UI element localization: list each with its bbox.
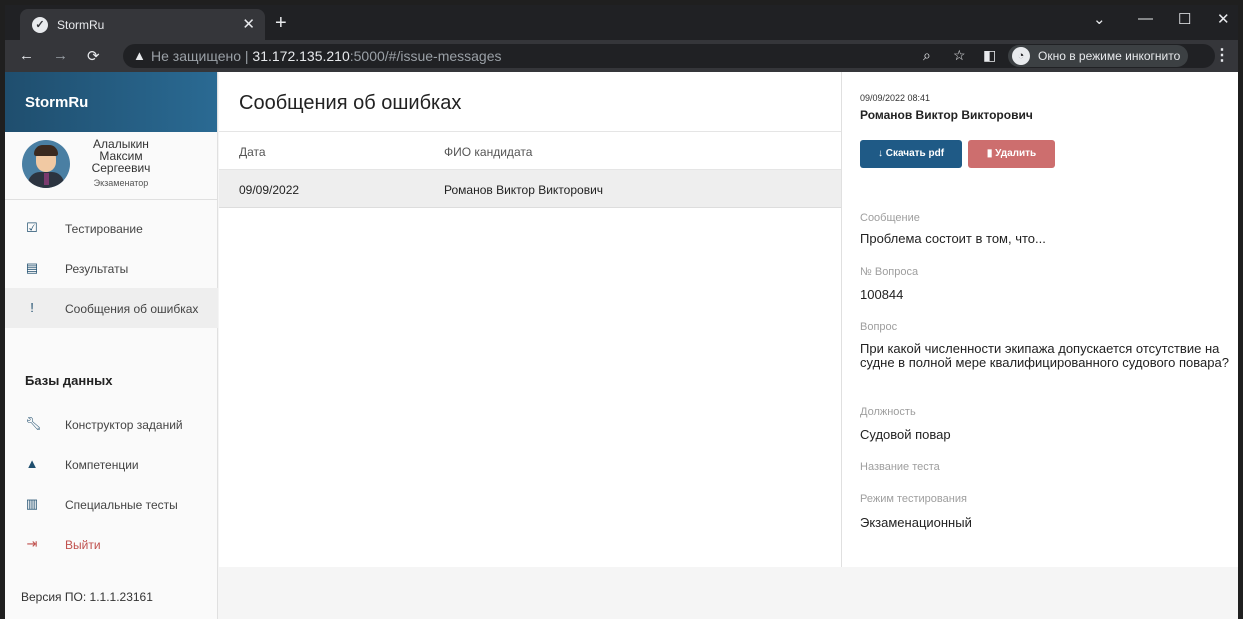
question-label: Вопрос	[860, 321, 898, 333]
new-tab-icon[interactable]: +	[275, 12, 287, 35]
sidebar-item-issue-messages[interactable]: ! Сообщения об ошибках	[5, 288, 218, 328]
position-label: Должность	[860, 406, 916, 418]
avatar-tie	[44, 173, 49, 185]
download-pdf-button[interactable]: ↓ Скачать pdf	[860, 140, 962, 168]
table-row[interactable]: 09/09/2022 Романов Виктор Викторович	[219, 170, 841, 208]
sidebar-item-label: Специальные тесты	[65, 498, 178, 512]
app-root: StormRu Алалыкин Максим Сергеевич Экзаме…	[5, 72, 1238, 619]
position-value: Судовой повар	[860, 427, 951, 442]
cell-date: 09/09/2022	[239, 183, 300, 197]
user-name: Алалыкин Максим Сергеевич	[77, 138, 165, 174]
user-card: Алалыкин Максим Сергеевич Экзаменатор	[5, 132, 217, 200]
side-panel-icon[interactable]: ◧	[983, 47, 996, 64]
table-header: Дата ФИО кандидата	[219, 132, 841, 170]
user-name-line3: Сергеевич	[91, 161, 151, 175]
incognito-badge[interactable]: ◔ Окно в режиме инкогнито	[1008, 45, 1189, 67]
sidebar-item-label: Результаты	[65, 262, 129, 276]
sidebar-item-label: Компетенции	[65, 458, 139, 472]
menu-kebab-icon[interactable]: ⋮	[1214, 45, 1230, 65]
check-box-icon: ☑	[26, 220, 38, 235]
bookmark-star-icon[interactable]: ☆	[953, 47, 966, 64]
forward-icon[interactable]: →	[53, 47, 68, 64]
chevron-down-icon[interactable]: ⌄	[1093, 10, 1106, 28]
sidebar-item-label: Конструктор заданий	[65, 418, 183, 432]
cell-candidate-name: Романов Виктор Викторович	[444, 183, 604, 197]
incognito-label: Окно в режиме инкогнито	[1038, 49, 1181, 63]
table-icon: ▥	[25, 496, 39, 511]
sidebar-item-special-tests[interactable]: ▥ Специальные тесты	[5, 484, 218, 524]
address-bar: ← → ⟳ ▲ Не защищено | 31.172.135.210:500…	[5, 40, 1238, 72]
back-icon[interactable]: ←	[19, 47, 34, 64]
test-mode-label: Режим тестирования	[860, 493, 967, 505]
detail-datetime: 09/09/2022 08:41	[860, 93, 931, 103]
incognito-icon: ◔	[1012, 47, 1030, 65]
feedback-icon: !	[30, 300, 34, 315]
sidebar: StormRu Алалыкин Максим Сергеевич Экзаме…	[5, 72, 218, 619]
delete-label: Удалить	[995, 148, 1037, 159]
test-name-label: Название теста	[860, 461, 940, 473]
download-arrow-icon: ↓	[877, 148, 883, 159]
wrench-icon: 🔧︎	[25, 416, 42, 431]
favicon-check-icon: ✓	[32, 17, 48, 33]
warning-triangle-icon: ▲	[133, 48, 146, 63]
avatar	[22, 140, 70, 188]
question-number-label: № Вопроса	[860, 266, 919, 278]
sidebar-item-testing[interactable]: ☑ Тестирование	[5, 208, 218, 248]
url-host: 31.172.135.210	[252, 48, 350, 64]
detail-candidate-name: Романов Виктор Викторович	[860, 108, 1033, 122]
url-field[interactable]: ▲ Не защищено | 31.172.135.210:5000/#/is…	[123, 44, 1215, 68]
column-candidate-name[interactable]: ФИО кандидата	[444, 145, 532, 159]
sidebar-item-results[interactable]: ▤ Результаты	[5, 248, 218, 288]
zoom-icon[interactable]: ⌕	[923, 47, 931, 64]
maximize-icon[interactable]: ☐	[1178, 10, 1191, 28]
logout-label: Выйти	[65, 538, 101, 552]
sidebar-item-label: Сообщения об ошибках	[65, 302, 199, 316]
section-title-databases: Базы данных	[25, 373, 113, 388]
avatar-hair	[34, 145, 58, 156]
column-date[interactable]: Дата	[239, 145, 266, 159]
browser-tab[interactable]: ✓ StormRu ✕	[20, 9, 265, 40]
question-value: При какой численности экипажа допускаетс…	[860, 341, 1229, 370]
sidebar-item-task-builder[interactable]: 🔧︎ Конструктор заданий	[5, 404, 218, 444]
graduation-cap-icon: ▲	[25, 456, 39, 471]
version-text: Версия ПО: 1.1.1.23161	[21, 590, 153, 604]
db-menu: 🔧︎ Конструктор заданий ▲ Компетенции ▥ С…	[5, 404, 218, 564]
sidebar-item-label: Тестирование	[65, 222, 143, 236]
user-role: Экзаменатор	[93, 178, 149, 188]
nav-menu: ☑ Тестирование ▤ Результаты ! Сообщения …	[5, 208, 218, 328]
delete-button[interactable]: ▮ Удалить	[968, 140, 1055, 168]
reload-icon[interactable]: ⟳	[87, 47, 100, 65]
logout-icon: ⇥	[26, 536, 38, 551]
browser-window: ✓ StormRu ✕ + ⌄ — ☐ ✕ ← → ⟳ ▲ Не защищен…	[0, 0, 1243, 619]
test-mode-value: Экзаменационный	[860, 515, 972, 530]
message-detail-panel: 09/09/2022 08:41 Романов Виктор Викторов…	[841, 72, 1238, 567]
message-label: Сообщение	[860, 212, 920, 224]
sidebar-item-competencies[interactable]: ▲ Компетенции	[5, 444, 218, 484]
url-text: Не защищено | 31.172.135.210:5000/#/issu…	[151, 48, 502, 64]
tab-strip: ✓ StormRu ✕ + ⌄ — ☐ ✕	[5, 5, 1238, 40]
tab-title: StormRu	[57, 18, 105, 32]
messages-list-panel: Сообщения об ошибках Дата ФИО кандидата …	[219, 72, 841, 567]
clipboard-icon: ▤	[25, 260, 39, 275]
trash-icon: ▮	[986, 148, 993, 159]
message-value: Проблема состоит в том, что...	[860, 231, 1046, 246]
brand-logo[interactable]: StormRu	[5, 72, 217, 132]
close-tab-icon[interactable]: ✕	[242, 15, 255, 33]
question-number-value: 100844	[860, 287, 904, 302]
minimize-icon[interactable]: —	[1138, 10, 1153, 27]
url-warning: Не защищено	[151, 48, 241, 64]
close-window-icon[interactable]: ✕	[1217, 10, 1230, 28]
url-path: :5000/#/issue-messages	[349, 48, 502, 64]
page-title: Сообщения об ошибках	[219, 72, 841, 132]
download-label: Скачать pdf	[885, 148, 945, 159]
logout-button[interactable]: ⇥ Выйти	[5, 524, 218, 564]
